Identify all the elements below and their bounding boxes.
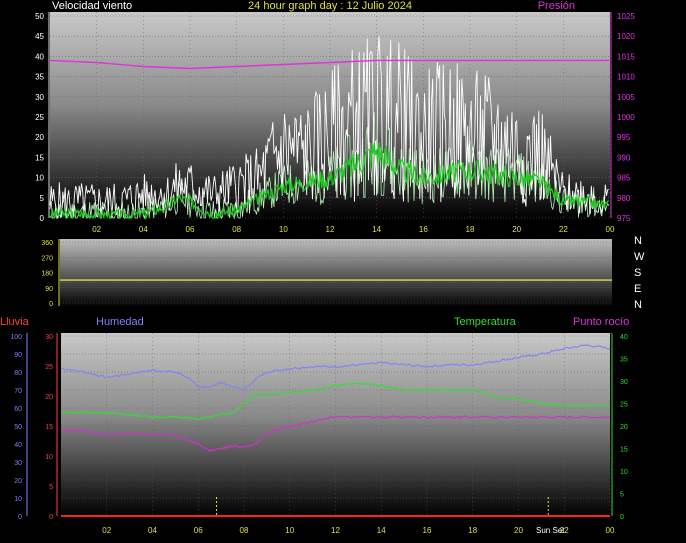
wind-tick-label: 10 bbox=[35, 174, 44, 183]
wind-tick-label: 25 bbox=[35, 113, 44, 122]
pressure-tick-label: 980 bbox=[617, 194, 631, 203]
humidity-scale-tick-label: 30 bbox=[45, 334, 53, 341]
temperature-tick-label: 15 bbox=[620, 447, 628, 454]
humidity-scale-tick-label: 15 bbox=[45, 424, 53, 431]
pressure-label: Presión bbox=[538, 0, 575, 12]
wind-tick-label: 45 bbox=[35, 32, 44, 41]
temperature-tick-label: 0 bbox=[620, 514, 624, 521]
wind-x-tick-label: 04 bbox=[139, 225, 148, 234]
humidity-label: Humedad bbox=[96, 316, 144, 328]
wind-speed-label: Velocidad viento bbox=[52, 0, 132, 12]
chart-title: 24 hour graph day : 12 Julio 2024 bbox=[248, 0, 412, 12]
lower-x-tick-label: 00 bbox=[606, 526, 615, 535]
wind-tick-label: 5 bbox=[40, 194, 45, 203]
sunset-label: Sun Set bbox=[536, 526, 565, 535]
wind-tick-label: 35 bbox=[35, 73, 44, 82]
compass-n-bottom: N bbox=[634, 299, 642, 311]
wind-x-tick-label: 12 bbox=[326, 225, 335, 234]
lower-x-tick-label: 02 bbox=[102, 526, 111, 535]
compass-s: S bbox=[634, 267, 641, 279]
rain-scale-tick-label: 40 bbox=[14, 442, 22, 449]
rain-scale-tick-label: 0 bbox=[18, 514, 22, 521]
direction-tick-label: 90 bbox=[45, 286, 53, 293]
wind-x-tick-label: 00 bbox=[606, 225, 615, 234]
temperature-tick-label: 5 bbox=[620, 492, 624, 499]
rain-scale-tick-label: 80 bbox=[14, 370, 22, 377]
direction-tick-label: 270 bbox=[41, 255, 53, 262]
temperature-tick-label: 25 bbox=[620, 402, 628, 409]
pressure-tick-label: 1010 bbox=[617, 73, 635, 82]
rain-scale-tick-label: 60 bbox=[14, 406, 22, 413]
humidity-scale-tick-label: 25 bbox=[45, 364, 53, 371]
lower-x-tick-label: 14 bbox=[377, 526, 386, 535]
humidity-scale-tick-label: 10 bbox=[45, 454, 53, 461]
wind-x-tick-label: 02 bbox=[92, 225, 101, 234]
rain-scale-tick-label: 30 bbox=[14, 460, 22, 467]
wind-x-tick-label: 20 bbox=[512, 225, 521, 234]
rain-label: Lluvia bbox=[0, 316, 30, 328]
compass-e: E bbox=[634, 283, 641, 295]
pressure-tick-label: 1000 bbox=[617, 113, 635, 122]
pressure-tick-label: 995 bbox=[617, 133, 631, 142]
direction-tick-label: 0 bbox=[49, 301, 53, 308]
compass-n-top: N bbox=[634, 235, 642, 247]
pressure-tick-label: 990 bbox=[617, 153, 631, 162]
wind-x-tick-label: 08 bbox=[232, 225, 241, 234]
lower-x-tick-label: 16 bbox=[423, 526, 432, 535]
lower-x-tick-label: 08 bbox=[240, 526, 249, 535]
wind-x-tick-label: 10 bbox=[279, 225, 288, 234]
rain-scale-tick-label: 50 bbox=[14, 424, 22, 431]
rain-scale-tick-label: 10 bbox=[14, 496, 22, 503]
pressure-tick-label: 1025 bbox=[617, 12, 635, 21]
compass-w: W bbox=[634, 251, 645, 263]
rain-scale-tick-label: 20 bbox=[14, 478, 22, 485]
rain-scale-tick-label: 90 bbox=[14, 352, 22, 359]
lower-x-tick-label: 04 bbox=[148, 526, 157, 535]
rain-scale-tick-label: 100 bbox=[10, 334, 22, 341]
pressure-tick-label: 1015 bbox=[617, 52, 635, 61]
humidity-scale-tick-label: 5 bbox=[49, 484, 53, 491]
direction-tick-label: 360 bbox=[41, 240, 53, 247]
pressure-tick-label: 1005 bbox=[617, 93, 635, 102]
direction-tick-label: 180 bbox=[41, 271, 53, 278]
wind-tick-label: 0 bbox=[40, 214, 45, 223]
wind-x-tick-label: 16 bbox=[419, 225, 428, 234]
temperature-label: Temperatura bbox=[454, 316, 517, 328]
wind-x-tick-label: 06 bbox=[186, 225, 195, 234]
lower-x-tick-label: 06 bbox=[194, 526, 203, 535]
humidity-scale-tick-label: 0 bbox=[49, 514, 53, 521]
dewpoint-label: Punto rocío bbox=[573, 316, 629, 328]
lower-x-tick-label: 12 bbox=[331, 526, 340, 535]
wind-x-tick-label: 14 bbox=[372, 225, 381, 234]
pressure-tick-label: 975 bbox=[617, 214, 631, 223]
rain-scale-tick-label: 70 bbox=[14, 388, 22, 395]
temperature-tick-label: 30 bbox=[620, 379, 628, 386]
wind-tick-label: 20 bbox=[35, 133, 44, 142]
temperature-tick-label: 35 bbox=[620, 357, 628, 364]
temperature-tick-label: 20 bbox=[620, 424, 628, 431]
wind-tick-label: 50 bbox=[35, 12, 44, 21]
lower-x-tick-label: 18 bbox=[468, 526, 477, 535]
lower-x-tick-label: 20 bbox=[514, 526, 523, 535]
wind-tick-label: 15 bbox=[35, 153, 44, 162]
pressure-tick-label: 1020 bbox=[617, 32, 635, 41]
lower-x-tick-label: 10 bbox=[285, 526, 294, 535]
wind-tick-label: 30 bbox=[35, 93, 44, 102]
wind-tick-label: 40 bbox=[35, 52, 44, 61]
wind-x-tick-label: 18 bbox=[466, 225, 475, 234]
temperature-tick-label: 40 bbox=[620, 334, 628, 341]
wind-x-tick-label: 22 bbox=[559, 225, 568, 234]
temperature-tick-label: 10 bbox=[620, 469, 628, 476]
weather-graph: 0510152025303540455097598098599099510001… bbox=[0, 0, 645, 535]
humidity-scale-tick-label: 20 bbox=[45, 394, 53, 401]
pressure-tick-label: 985 bbox=[617, 174, 631, 183]
